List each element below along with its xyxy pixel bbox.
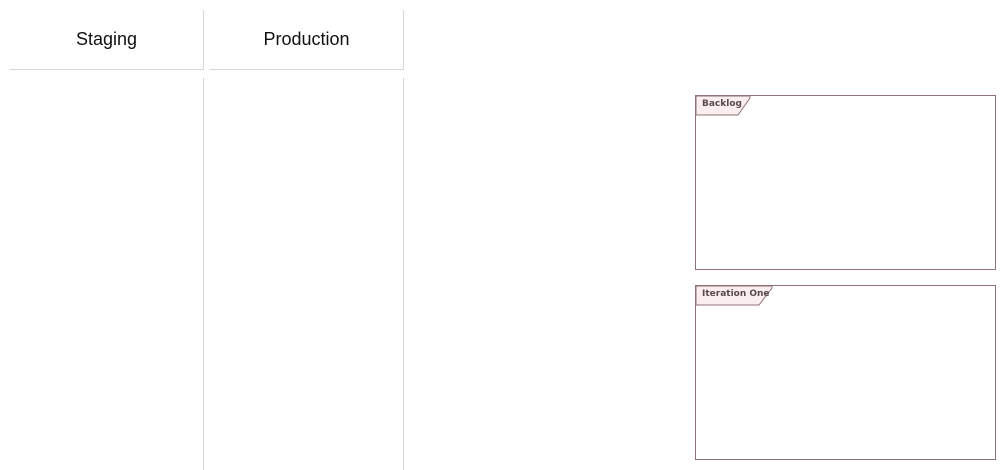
lane-divider-production	[403, 78, 404, 470]
frame-iteration-one[interactable]: Iteration One	[695, 285, 996, 460]
lane-header-production[interactable]: Production	[210, 10, 404, 70]
lane-header-staging[interactable]: Staging	[10, 10, 204, 70]
frame-backlog[interactable]: Backlog	[695, 95, 996, 270]
frame-label-iteration-one: Iteration One	[702, 289, 770, 299]
frame-label-backlog: Backlog	[702, 99, 742, 109]
lane-divider-staging	[203, 78, 204, 470]
